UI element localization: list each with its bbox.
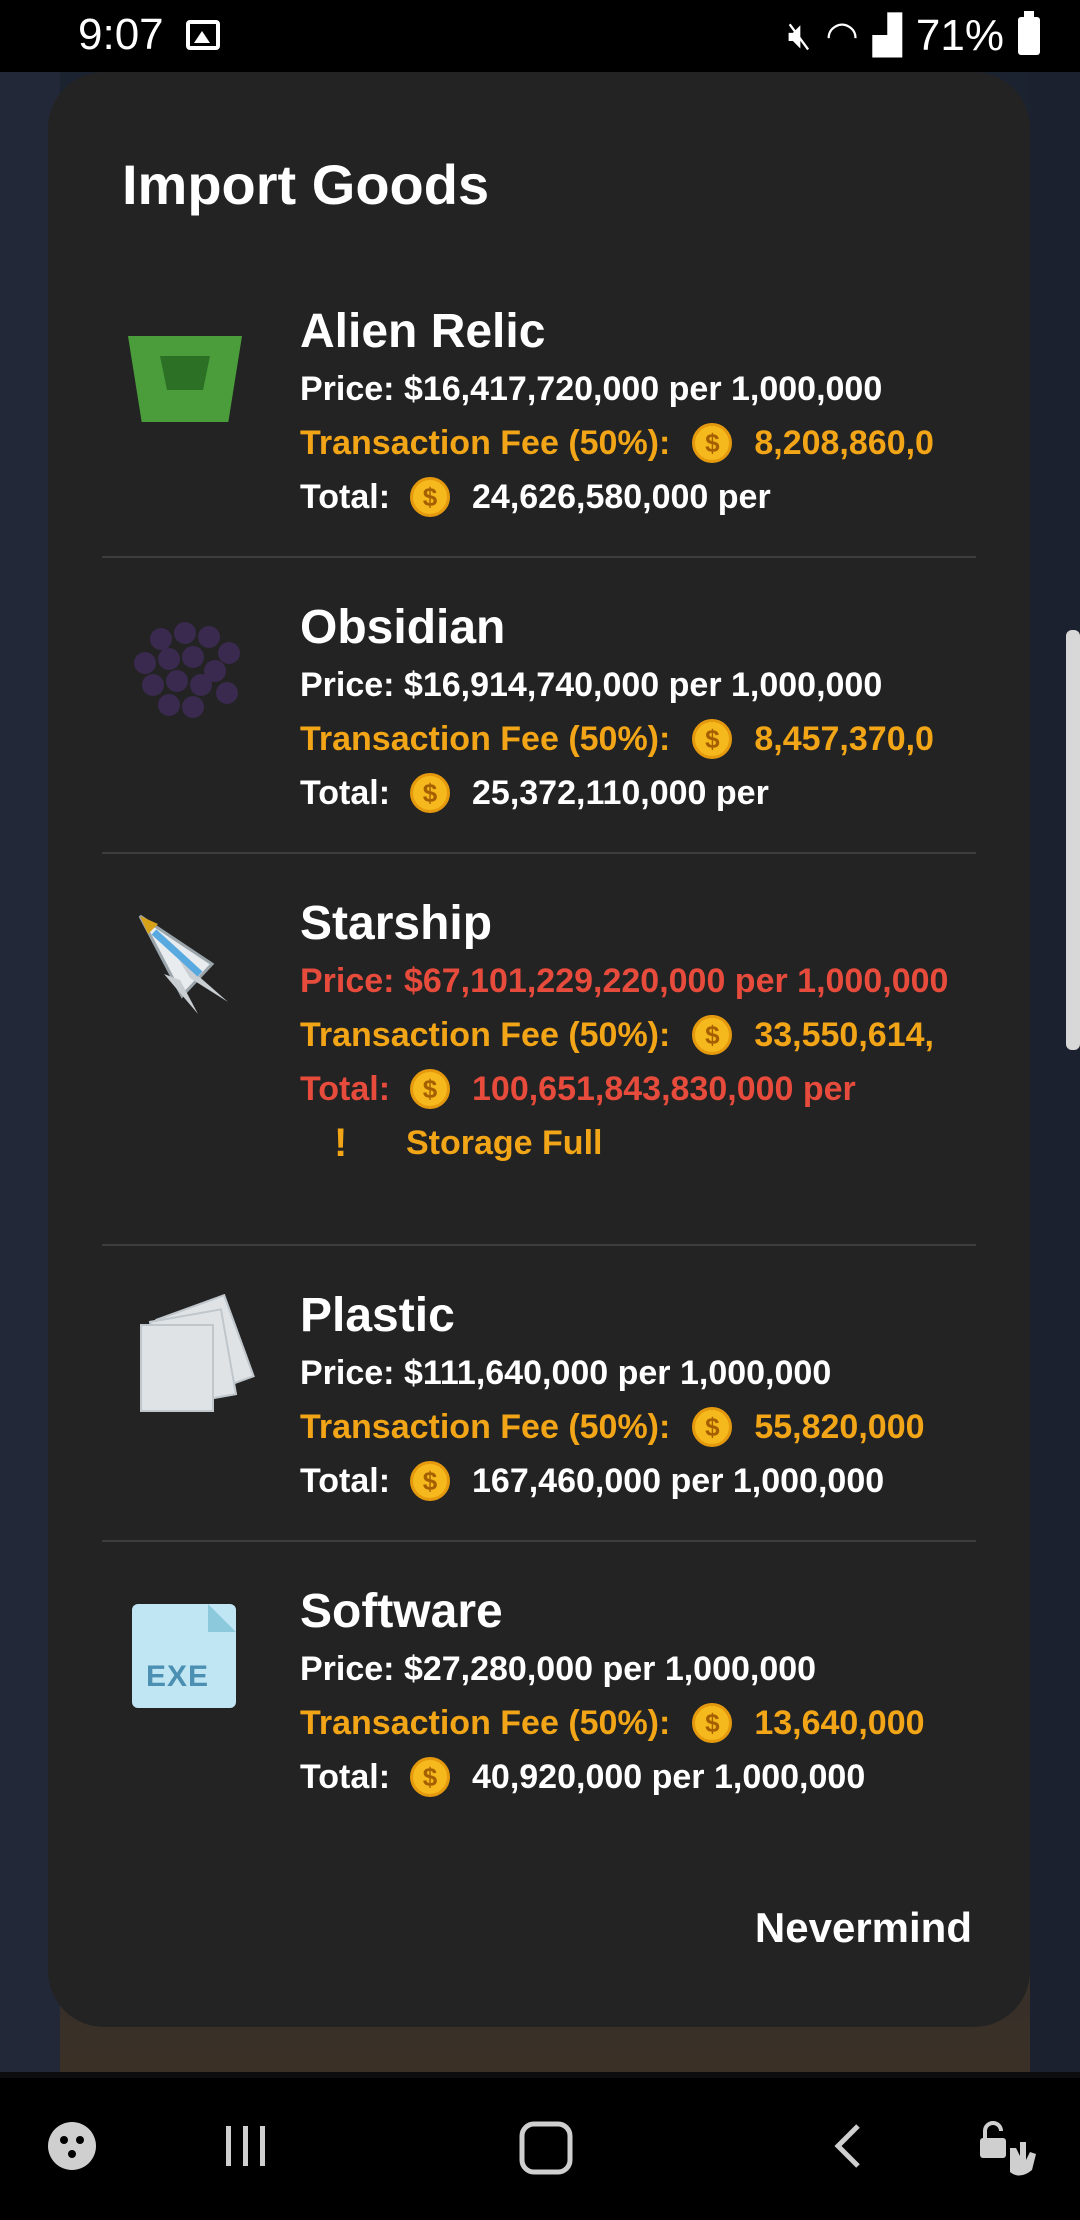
item-total: Total: $ 40,920,000 per 1,000,000	[300, 1750, 1000, 1804]
coin-icon: $	[692, 423, 733, 463]
item-fee: Transaction Fee (50%): $ 8,208,860,0	[300, 416, 1000, 470]
storage-full-warning: ! Storage Full	[300, 1116, 1000, 1170]
item-details: Obsidian Price: $16,914,740,000 per 1,00…	[300, 598, 1000, 820]
fee-value: 13,640,000	[754, 1704, 925, 1742]
total-value: 24,626,580,000 per	[472, 478, 771, 516]
total-value: 167,460,000 per 1,000,000	[472, 1462, 885, 1500]
fee-value: 8,208,860,0	[754, 424, 934, 462]
item-price: Price: $16,417,720,000 per 1,000,000	[300, 370, 883, 408]
fee-value: 55,820,000	[754, 1408, 925, 1446]
item-price: Price: $111,640,000 per 1,000,000	[300, 1354, 832, 1392]
coin-icon: $	[692, 1407, 733, 1447]
total-label: Total:	[300, 1758, 391, 1796]
fee-label: Transaction Fee (50%):	[300, 1408, 671, 1446]
warning-text: Storage Full	[406, 1124, 603, 1162]
total-label: Total:	[300, 774, 391, 812]
import-item-plastic[interactable]: Plastic Price: $111,640,000 per 1,000,00…	[102, 1286, 976, 1536]
fee-label: Transaction Fee (50%):	[300, 424, 671, 462]
coin-icon: $	[410, 773, 450, 813]
fee-label: Transaction Fee (50%):	[300, 720, 671, 758]
item-total: Total: $ 24,626,580,000 per	[300, 470, 1000, 524]
item-divider	[102, 556, 976, 558]
warning-icon: !	[334, 1121, 348, 1165]
touch-lock-icon[interactable]	[976, 2118, 1040, 2195]
item-name: Starship	[300, 897, 493, 950]
nevermind-button[interactable]: Nevermind	[755, 1904, 972, 1952]
recent-apps-icon[interactable]	[218, 2118, 274, 2187]
total-label: Total:	[300, 1070, 391, 1108]
import-item-starship[interactable]: Starship Price: $67,101,229,220,000 per …	[102, 894, 976, 1254]
item-price: Price: $16,914,740,000 per 1,000,000	[300, 666, 883, 704]
item-name: Plastic	[300, 1289, 455, 1342]
system-nav-bar	[0, 2078, 1080, 2220]
game-right-panel	[1030, 72, 1080, 2072]
fee-value: 33,550,614,	[754, 1016, 934, 1054]
import-item-obsidian[interactable]: Obsidian Price: $16,914,740,000 per 1,00…	[102, 598, 976, 848]
item-divider	[102, 1244, 976, 1246]
total-label: Total:	[300, 478, 391, 516]
import-goods-dialog: Import Goods Alien Relic Price: $16,417,…	[48, 72, 1030, 2027]
battery-percent: 71%	[915, 11, 1004, 60]
item-divider	[102, 1540, 976, 1542]
item-fee: Transaction Fee (50%): $ 13,640,000	[300, 1696, 1000, 1750]
scroll-handle[interactable]	[1066, 630, 1080, 1050]
item-fee: Transaction Fee (50%): $ 33,550,614,	[300, 1008, 1000, 1062]
total-value: 40,920,000 per 1,000,000	[472, 1758, 866, 1796]
fee-value: 8,457,370,0	[754, 720, 934, 758]
item-price: Price: $27,280,000 per 1,000,000	[300, 1650, 817, 1688]
coin-icon: $	[692, 1015, 733, 1055]
total-value: 25,372,110,000 per	[472, 774, 769, 812]
item-details: Alien Relic Price: $16,417,720,000 per 1…	[300, 302, 1000, 524]
fee-label: Transaction Fee (50%):	[300, 1704, 671, 1742]
import-item-software[interactable]: EXE Software Price: $27,280,000 per 1,00…	[102, 1582, 976, 1832]
item-fee: Transaction Fee (50%): $ 8,457,370,0	[300, 712, 1000, 766]
item-total: Total: $ 100,651,843,830,000 per	[300, 1062, 1000, 1116]
item-name: Software	[300, 1585, 503, 1638]
mute-icon: 🔇︎	[787, 15, 812, 57]
coin-icon: $	[410, 1757, 450, 1797]
item-total: Total: $ 25,372,110,000 per	[300, 766, 1000, 820]
coin-icon: $	[692, 1703, 733, 1743]
import-item-alien-relic[interactable]: Alien Relic Price: $16,417,720,000 per 1…	[102, 302, 976, 552]
item-details: Starship Price: $67,101,229,220,000 per …	[300, 894, 1000, 1170]
item-divider	[102, 852, 976, 854]
software-icon: EXE	[120, 1592, 250, 1722]
item-fee: Transaction Fee (50%): $ 55,820,000	[300, 1400, 1000, 1454]
plastic-icon	[120, 1293, 255, 1426]
total-value: 100,651,843,830,000 per	[472, 1070, 856, 1108]
starship-icon	[120, 904, 250, 1034]
battery-icon	[1018, 11, 1040, 55]
item-name: Alien Relic	[300, 305, 546, 358]
back-icon[interactable]	[822, 2118, 878, 2187]
item-details: Software Price: $27,280,000 per 1,000,00…	[300, 1582, 1000, 1804]
alien-relic-icon	[120, 322, 250, 452]
coin-icon: $	[410, 1069, 450, 1109]
item-details: Plastic Price: $111,640,000 per 1,000,00…	[300, 1286, 1000, 1508]
status-time: 9:07	[78, 10, 164, 59]
exe-label: EXE	[146, 1660, 210, 1693]
coin-icon: $	[410, 1461, 450, 1501]
item-name: Obsidian	[300, 601, 506, 654]
wifi-icon: ◠	[825, 15, 859, 57]
item-price: Price: $67,101,229,220,000 per 1,000,000	[300, 962, 949, 1000]
home-icon[interactable]	[516, 2118, 576, 2191]
game-tools-icon[interactable]	[44, 2118, 100, 2187]
coin-icon: $	[410, 477, 450, 517]
total-label: Total:	[300, 1462, 391, 1500]
item-total: Total: $ 167,460,000 per 1,000,000	[300, 1454, 1000, 1508]
signal-icon: ▟	[872, 15, 902, 57]
fee-label: Transaction Fee (50%):	[300, 1016, 671, 1054]
obsidian-icon	[120, 608, 250, 738]
gallery-icon	[186, 20, 220, 50]
status-bar: 9:07 🔇︎ ◠ ▟ 71%	[0, 0, 1080, 72]
status-icons: 🔇︎ ◠ ▟ 71%	[788, 10, 1040, 62]
coin-icon: $	[692, 719, 733, 759]
dialog-title: Import Goods	[122, 153, 490, 216]
